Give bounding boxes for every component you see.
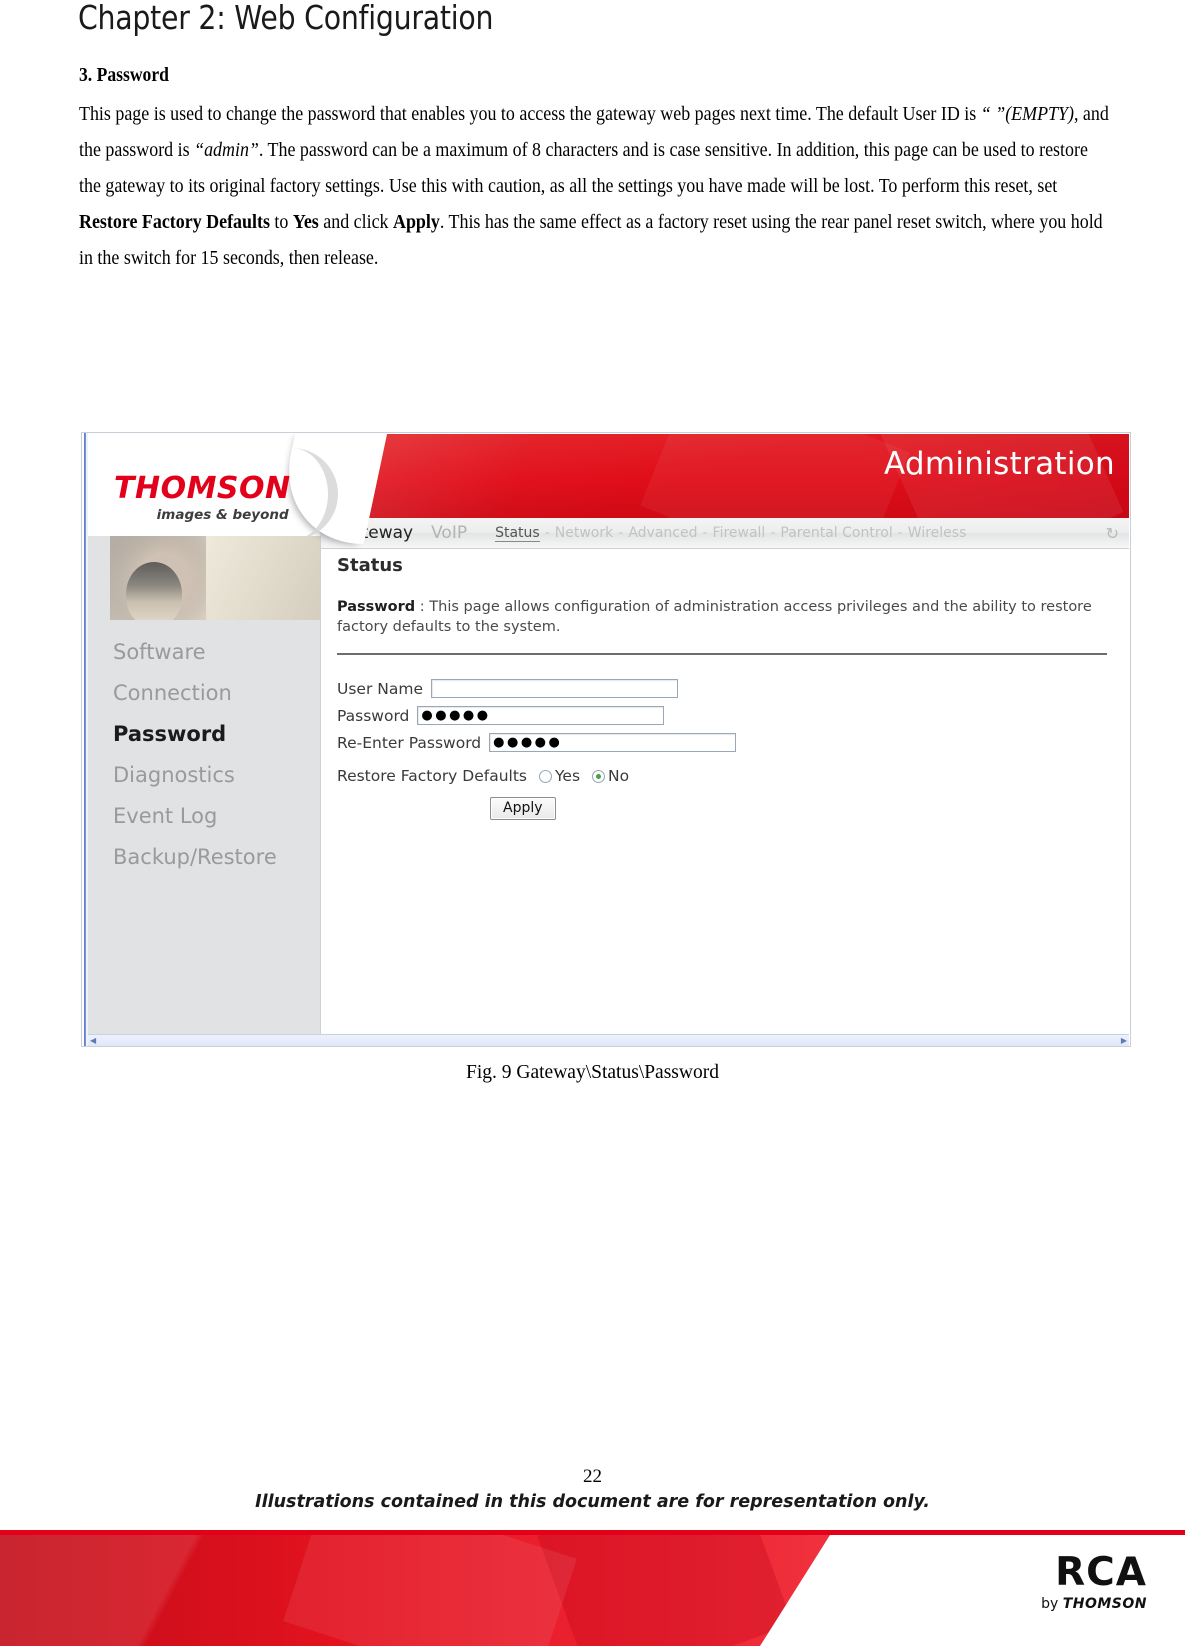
- user-name-input[interactable]: [430, 679, 678, 698]
- reenter-password-label: Re-Enter Password: [337, 733, 482, 752]
- content-heading: Status: [337, 555, 403, 576]
- restore-radio-yes[interactable]: [539, 769, 552, 783]
- para-text-5: and click: [318, 211, 394, 233]
- para-restore-bold: Restore Factory Defaults: [79, 211, 270, 233]
- sidebar: Software Connection Password Diagnostics…: [88, 536, 321, 1034]
- thomson-tagline: images & beyond: [156, 507, 289, 523]
- router-web-ui: Administration THOMSON images & beyond G…: [88, 434, 1129, 1034]
- restore-factory-defaults-label: Restore Factory Defaults: [337, 767, 527, 785]
- horizontal-scrollbar[interactable]: ◀ ▶: [88, 1034, 1129, 1046]
- rca-byline: by THOMSON: [1041, 1597, 1147, 1611]
- content-description: Password : This page allows configuratio…: [337, 597, 1105, 637]
- nav-sep-1: -: [544, 525, 550, 541]
- nav-secondary-network[interactable]: Network: [555, 525, 613, 541]
- apply-button-wrap: Apply: [490, 797, 556, 820]
- nav-secondary-firewall[interactable]: Firewall: [713, 525, 766, 541]
- sidebar-item-diagnostics[interactable]: Diagnostics: [88, 755, 320, 796]
- sidebar-banner-photo: [110, 536, 320, 620]
- footer-band: RCA by THOMSON: [0, 1530, 1185, 1646]
- nav-secondary-wireless[interactable]: Wireless: [908, 525, 967, 541]
- para-text-4: to: [269, 211, 293, 233]
- scroll-right-arrow-icon[interactable]: ▶: [1121, 1036, 1127, 1045]
- content-description-label: Password: [337, 599, 416, 615]
- form-row-password: Password ●●●●●: [337, 702, 736, 729]
- rca-by-prefix: by: [1041, 1596, 1063, 1612]
- nav-sep-2: -: [618, 525, 624, 541]
- para-empty-quote: “ ”(EMPTY): [980, 103, 1074, 125]
- scroll-left-arrow-icon[interactable]: ◀: [90, 1036, 96, 1045]
- page-number: 22: [583, 1466, 602, 1487]
- para-apply-bold: Apply: [393, 211, 440, 233]
- nav-secondary-group: Status - Network - Advanced - Firewall -…: [495, 525, 966, 542]
- para-text-1: This page is used to change the password…: [79, 103, 981, 125]
- restore-radio-no-label[interactable]: No: [608, 767, 629, 785]
- nav-primary-voip[interactable]: VoIP: [431, 523, 467, 543]
- nav-sep-5: -: [897, 525, 903, 541]
- banner-title: Administration: [883, 446, 1115, 482]
- content-divider: [337, 653, 1107, 655]
- section-heading: 3. Password: [79, 64, 169, 86]
- thomson-logo: THOMSON images & beyond: [114, 448, 338, 540]
- nav-secondary-advanced[interactable]: Advanced: [628, 525, 697, 541]
- content-description-text: This page allows configuration of admini…: [337, 599, 1092, 635]
- password-form: User Name Password ●●●●● Re-Enter Passwo…: [337, 675, 737, 756]
- para-yes-bold: Yes: [292, 211, 319, 233]
- nav-secondary-parental-control[interactable]: Parental Control: [780, 525, 892, 541]
- rca-by-brand: THOMSON: [1062, 1596, 1147, 1612]
- restore-factory-defaults-row: Restore Factory Defaults Yes No: [337, 767, 629, 785]
- nav-sep-4: -: [770, 525, 776, 541]
- password-label: Password: [337, 706, 410, 725]
- sidebar-item-event-log[interactable]: Event Log: [88, 796, 320, 837]
- nav-sep-3: -: [702, 525, 708, 541]
- restore-radio-no[interactable]: [592, 769, 606, 783]
- refresh-icon[interactable]: ↻: [1106, 524, 1119, 543]
- sidebar-item-password[interactable]: Password: [88, 714, 320, 755]
- footer-disclaimer: Illustrations contained in this document…: [255, 1492, 930, 1512]
- footer-body: RCA by THOMSON: [0, 1535, 1185, 1646]
- form-row-username: User Name: [337, 675, 736, 702]
- para-admin-quote: “admin”: [194, 139, 259, 161]
- user-name-label: User Name: [337, 679, 423, 698]
- sidebar-item-backup-restore[interactable]: Backup/Restore: [88, 837, 320, 878]
- footer-red-shape: [0, 1535, 830, 1646]
- figure-screenshot: Administration THOMSON images & beyond G…: [82, 433, 1130, 1046]
- content-description-separator: :: [415, 599, 430, 615]
- figure-caption: Fig. 9 Gateway\Status\Password: [466, 1062, 719, 1083]
- thomson-wordmark: THOMSON: [114, 471, 291, 506]
- reenter-password-input[interactable]: ●●●●●: [489, 733, 737, 752]
- document-page: Chapter 2: Web Configuration 3. Password…: [0, 0, 1185, 1646]
- sidebar-item-software[interactable]: Software: [88, 632, 320, 673]
- body-paragraph: This page is used to change the password…: [79, 96, 1112, 276]
- navigation-bar: Gateway VoIP Status - Network - Advanced…: [320, 518, 1129, 549]
- rca-wordmark: RCA: [1055, 1550, 1147, 1595]
- page-title: Chapter 2: Web Configuration: [78, 0, 494, 37]
- sidebar-item-connection[interactable]: Connection: [88, 673, 320, 714]
- header-red-banner: Administration: [320, 434, 1129, 518]
- restore-radio-yes-label[interactable]: Yes: [555, 767, 580, 785]
- apply-button[interactable]: Apply: [490, 797, 556, 820]
- rca-logo: RCA by THOMSON: [1041, 1553, 1147, 1611]
- nav-secondary-status[interactable]: Status: [495, 525, 540, 542]
- password-input[interactable]: ●●●●●: [417, 706, 665, 725]
- sidebar-menu: Software Connection Password Diagnostics…: [88, 632, 320, 878]
- content-panel: Status Password : This page allows confi…: [321, 549, 1129, 1034]
- form-row-reenter-password: Re-Enter Password ●●●●●: [337, 729, 737, 756]
